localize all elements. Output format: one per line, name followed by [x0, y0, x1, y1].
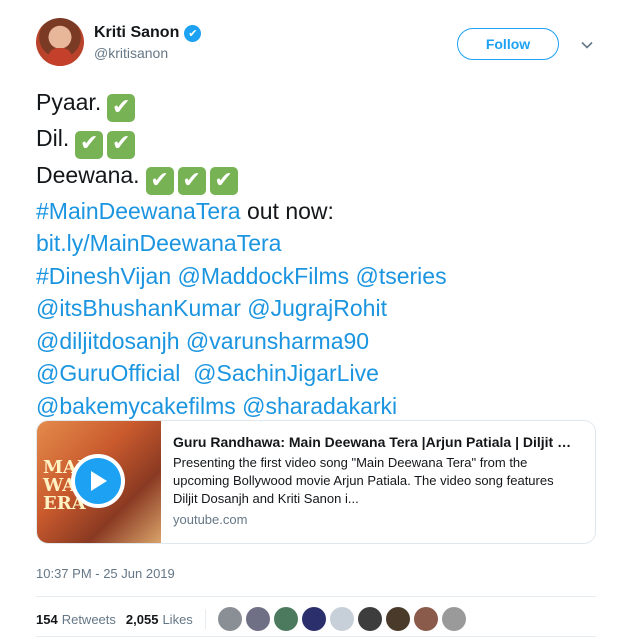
liker-avatar[interactable] [329, 607, 354, 631]
link-preview-card[interactable]: MAIN WAN ERA Guru Randhawa: Main Deewana… [36, 420, 596, 544]
liker-avatar[interactable] [301, 607, 326, 631]
check-mark-icon: ✔ [75, 130, 104, 159]
chevron-down-icon[interactable] [580, 38, 594, 52]
tweet-word-dil: Dil. [36, 125, 70, 152]
liker-avatar[interactable] [273, 607, 298, 631]
likes-count: 2,055 [125, 611, 159, 627]
divider [36, 596, 596, 597]
card-body[interactable]: Guru Randhawa: Main Deewana Tera |Arjun … [161, 421, 585, 543]
tweet-header: Kriti Sanon ✔ @kritisanon Follow [36, 18, 602, 74]
tweet-word-deewana: Deewana. [36, 161, 140, 188]
tweet-line-shortlink: bit.ly/MainDeewanaTera [36, 227, 606, 260]
stats-separator [204, 609, 206, 629]
check-mark-icon: ✔ [145, 166, 174, 195]
play-button[interactable] [71, 454, 125, 508]
author-name-row[interactable]: Kriti Sanon ✔ [94, 24, 202, 42]
verified-badge-icon: ✔ [184, 24, 202, 42]
liker-avatars [217, 607, 466, 631]
follow-button[interactable]: Follow [457, 28, 559, 60]
card-title[interactable]: Guru Randhawa: Main Deewana Tera |Arjun … [173, 433, 575, 452]
check-mark-icon: ✔ [107, 94, 136, 123]
likes-stat[interactable]: 2,055 Likes [126, 612, 193, 627]
check-mark-icon: ✔ [107, 130, 136, 159]
play-icon [75, 458, 121, 504]
liker-avatar[interactable] [413, 607, 438, 631]
tweet-line-pyaar: Pyaar. ✔ [36, 86, 606, 123]
tweet-text: Pyaar. ✔ Dil. ✔ ✔ Deewana. ✔ ✔ ✔ #MainDeewanaT… [36, 86, 606, 422]
liker-avatar[interactable] [441, 607, 466, 631]
liker-avatar[interactable] [245, 607, 270, 631]
likes-label: Likes [162, 611, 193, 627]
tweet-line-hashtag: #MainDeewanaTera out now: [36, 195, 606, 228]
mentions-line-3[interactable]: @diljitdosanjh @varunsharma90 [36, 325, 606, 358]
mentions-line-1[interactable]: #DineshVijan @MaddockFilms @tseries [36, 260, 606, 293]
liker-avatar[interactable] [385, 607, 410, 631]
card-domain: youtube.com [173, 512, 248, 527]
retweets-stat[interactable]: 154 Retweets [36, 612, 116, 627]
tweet-word-pyaar: Pyaar. [36, 89, 102, 115]
retweets-count: 154 [36, 611, 58, 627]
check-mark-icon: ✔ [209, 166, 238, 195]
engagement-stats: 154 Retweets 2,055 Likes [36, 607, 466, 631]
author-block[interactable]: Kriti Sanon ✔ @kritisanon [94, 24, 202, 61]
liker-avatar[interactable] [217, 607, 242, 631]
mentions-line-5[interactable]: @bakemycakefilms @sharadakarki [36, 390, 606, 423]
out-now-text: out now: [240, 197, 334, 224]
liker-avatar[interactable] [357, 607, 382, 631]
hashtag-link[interactable]: #MainDeewanaTera [36, 198, 241, 224]
tweet-line-dil: Dil. ✔ ✔ [36, 122, 606, 159]
card-description: Presenting the first video song "Main De… [173, 455, 554, 506]
tweet-line-deewana: Deewana. ✔ ✔ ✔ [36, 159, 606, 195]
mentions-line-4[interactable]: @GuruOfficial @SachinJigarLive [36, 357, 606, 390]
author-display-name[interactable]: Kriti Sanon [94, 24, 179, 42]
avatar[interactable] [36, 18, 84, 66]
author-handle[interactable]: @kritisanon [94, 45, 201, 61]
card-thumbnail[interactable]: MAIN WAN ERA [37, 421, 161, 543]
check-mark-icon: ✔ [177, 166, 206, 195]
mentions-line-2[interactable]: @itsBhushanKumar @JugrajRohit [36, 292, 606, 325]
short-link[interactable]: bit.ly/MainDeewanaTera [36, 230, 281, 256]
retweets-label: Retweets [61, 611, 116, 627]
tweet-timestamp[interactable]: 10:37 PM - 25 Jun 2019 [36, 566, 175, 581]
divider [36, 636, 596, 637]
